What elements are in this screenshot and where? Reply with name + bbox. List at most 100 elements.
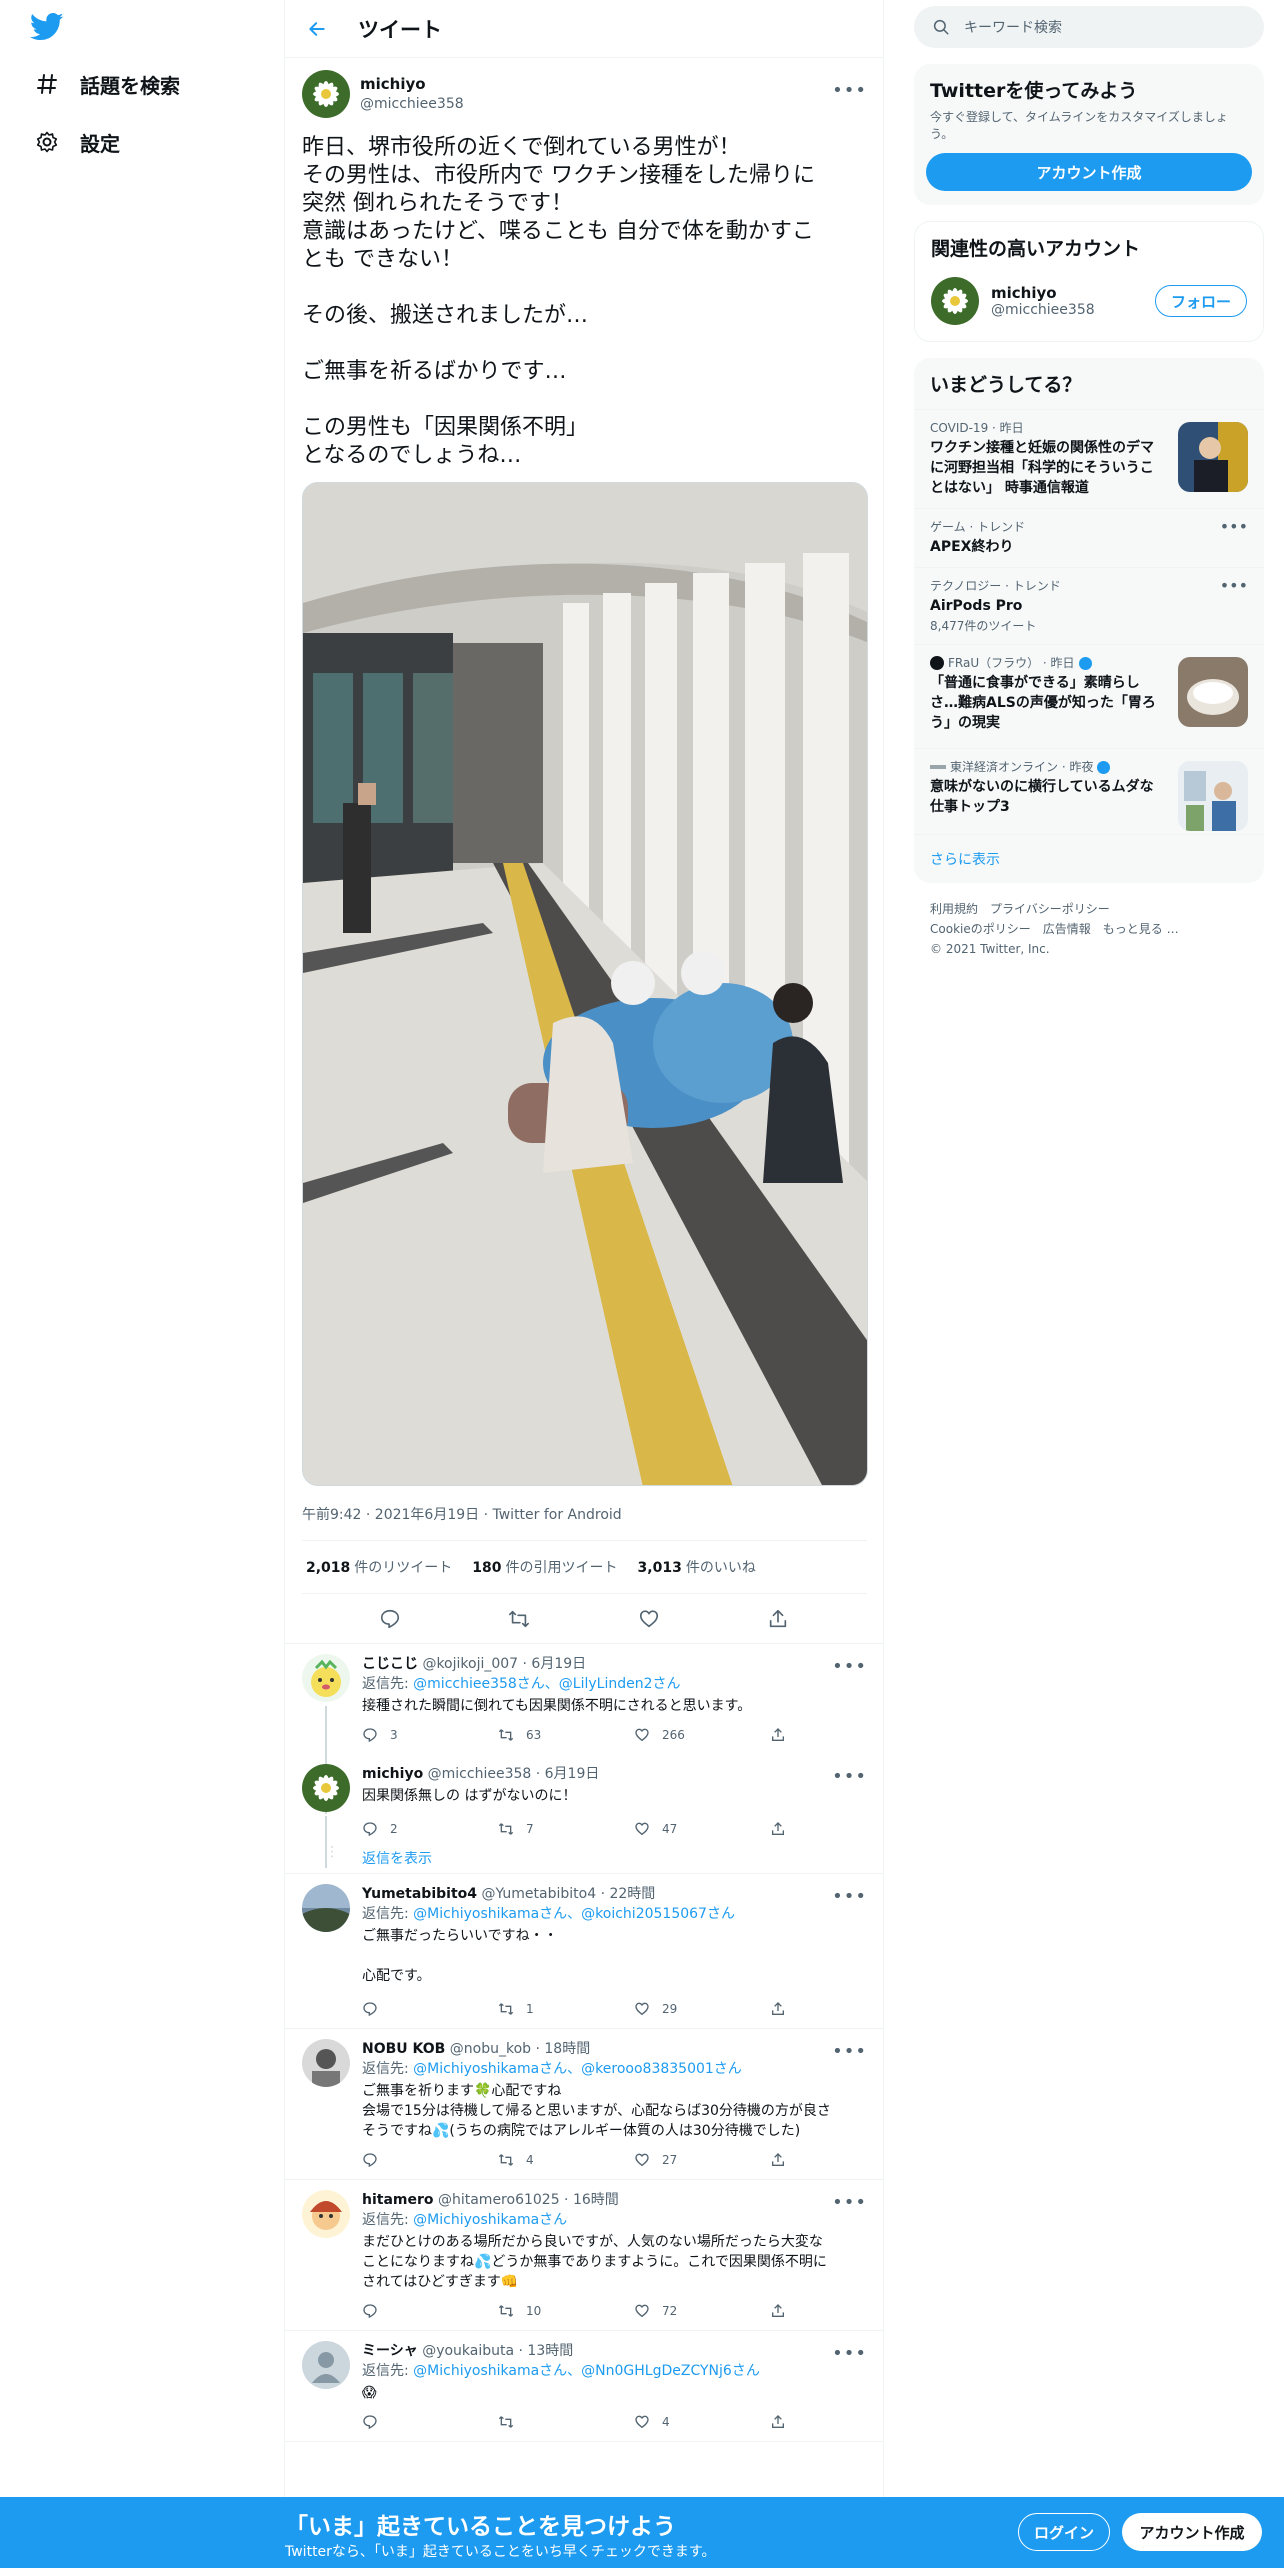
avatar[interactable] [302,70,350,118]
like-button[interactable]: 266 [634,1727,770,1743]
trend-item[interactable]: ゲーム · トレンド APEX終わり ••• [914,508,1264,567]
reply-tweet[interactable]: NOBU KOB @nobu_kob · 18時間 返信先: @Michiyos… [285,2029,883,2180]
nav-settings[interactable]: 設定 [34,122,120,162]
more-options-icon[interactable]: ••• [1220,517,1248,536]
show-replies-link[interactable]: ⋮ 返信を表示 [285,1844,883,1874]
trend-item[interactable]: FRaU（フラウ） · 昨日 「普通に食事ができる」素晴らしさ…難病ALSの声優… [914,644,1264,748]
more-options-icon[interactable]: ••• [832,80,867,101]
more-options-icon[interactable]: ••• [832,1886,867,1907]
like-stat[interactable]: 3,013 件のいいね [638,1557,756,1577]
reply-author-handle[interactable]: @micchiee358 · 6月19日 [428,1766,600,1782]
nav-explore[interactable]: 話題を検索 [34,64,180,104]
more-options-icon[interactable]: ••• [832,1766,867,1787]
reply-button[interactable] [362,2152,498,2168]
login-button[interactable]: ログイン [1018,2513,1110,2551]
reply-tweet[interactable]: ミーシャ @youkaibuta · 13時間 返信先: @Michiyoshi… [285,2331,883,2442]
back-arrow-icon[interactable] [302,14,332,44]
share-icon[interactable] [766,1607,790,1631]
share-button[interactable] [770,2001,906,2017]
reply-author-handle[interactable]: @hitamero61025 · 16時間 [438,2192,619,2208]
more-options-icon[interactable]: ••• [832,2343,867,2364]
reply-button[interactable] [362,2303,498,2319]
privacy-link[interactable]: プライバシーポリシー [990,902,1110,916]
retweet-icon[interactable] [507,1607,531,1631]
reply-to-mentions[interactable]: @micchiee358さん、@LilyLinden2さん [413,1676,680,1692]
like-button[interactable]: 29 [634,2001,770,2017]
share-button[interactable] [770,1727,906,1743]
trend-item[interactable]: テクノロジー · トレンド AirPods Pro 8,477件のツイート ••… [914,567,1264,644]
avatar[interactable] [302,2039,350,2087]
terms-link[interactable]: 利用規約 [930,902,978,916]
reply-icon[interactable] [378,1607,402,1631]
more-link[interactable]: もっと見る … [1103,922,1179,936]
reply-to-mentions[interactable]: @Michiyoshikamaさん、@Nn0GHLgDeZCYNj6さん [413,2363,760,2379]
reply-author-name[interactable]: NOBU KOB [362,2041,445,2057]
author-name[interactable]: michiyo [360,74,464,94]
reply-author-handle[interactable]: @nobu_kob · 18時間 [450,2041,590,2057]
signup-button[interactable]: アカウント作成 [1122,2513,1262,2551]
retweet-button[interactable]: 10 [498,2303,634,2319]
reply-tweet[interactable]: こじこじ @kojikoji_007 · 6月19日 返信先: @micchie… [285,1644,883,1814]
more-options-icon[interactable]: ••• [1220,576,1248,595]
share-button[interactable] [770,2414,906,2430]
more-options-icon[interactable]: ••• [832,2192,867,2213]
like-button[interactable]: 47 [634,1821,770,1837]
retweet-stat[interactable]: 2,018 件のリツイート [306,1557,452,1577]
reply-author-name[interactable]: こじこじ [362,1656,418,1672]
avatar[interactable] [302,2190,350,2238]
reply-tweet[interactable]: Yumetabibito4 @Yumetabibito4 · 22時間 返信先:… [285,1874,883,2029]
avatar[interactable] [302,2341,350,2389]
more-options-icon[interactable]: ••• [832,2041,867,2062]
retweet-button[interactable]: 63 [498,1727,634,1743]
reply-button[interactable] [362,2001,498,2017]
reply-to-mentions[interactable]: @Michiyoshikamaさん、@kerooo83835001さん [413,2061,742,2077]
reply-author-name[interactable]: Yumetabibito4 [362,1886,477,1902]
reply-button[interactable] [362,2414,498,2430]
quote-stat[interactable]: 180 件の引用ツイート [472,1557,617,1577]
retweet-count: 4 [526,2153,534,2167]
like-icon[interactable] [637,1607,661,1631]
reply-author-name[interactable]: hitamero [362,2192,434,2208]
trend-item[interactable]: COVID-19 · 昨日 ワクチン接種と妊娠の関係性のデマに河野担当相「科学的… [914,409,1264,508]
reply-to-mentions[interactable]: @Michiyoshikamaさん [413,2212,567,2228]
show-more-link[interactable]: さらに表示 [914,834,1264,883]
reply-author-name[interactable]: ミーシャ [362,2343,418,2359]
related-handle[interactable]: @micchiee358 [991,302,1155,318]
reply-button[interactable]: 2 [362,1821,498,1837]
share-button[interactable] [770,2152,906,2168]
twitter-logo-icon[interactable] [29,12,64,42]
reply-tweet[interactable]: hitamero @hitamero61025 · 16時間 返信先: @Mic… [285,2180,883,2331]
retweet-button[interactable]: 7 [498,1821,634,1837]
share-button[interactable] [770,1821,906,1837]
reply-tweet[interactable]: michiyo @micchiee358 · 6月19日 因果関係無しの はずが… [285,1754,883,1868]
ads-info-link[interactable]: 広告情報 [1043,922,1091,936]
reply-button[interactable]: 3 [362,1727,498,1743]
avatar[interactable] [931,277,979,325]
retweet-button[interactable]: 4 [498,2152,634,2168]
tweet-timestamp[interactable]: 午前9:42 · 2021年6月19日 · Twitter for Androi… [302,1504,867,1524]
reply-to-mentions[interactable]: @Michiyoshikamaさん、@koichi20515067さん [413,1906,735,1922]
retweet-button[interactable] [498,2414,634,2430]
follow-button[interactable]: フォロー [1155,285,1247,317]
signup-button[interactable]: アカウント作成 [926,153,1252,191]
like-button[interactable]: 27 [634,2152,770,2168]
avatar[interactable] [302,1884,350,1932]
search-input[interactable]: キーワード検索 [914,6,1264,48]
reply-author-name[interactable]: michiyo [362,1766,423,1782]
author-handle[interactable]: @micchiee358 [360,94,464,114]
reply-author-handle[interactable]: @youkaibuta · 13時間 [422,2343,573,2359]
reply-author-handle[interactable]: @kojikoji_007 · 6月19日 [422,1656,586,1672]
avatar[interactable] [302,1654,350,1702]
retweet-button[interactable]: 1 [498,2001,634,2017]
more-options-icon[interactable]: ••• [832,1656,867,1677]
share-button[interactable] [770,2303,906,2319]
reply-author-handle[interactable]: @Yumetabibito4 · 22時間 [481,1886,655,1902]
trend-item[interactable]: 東洋経済オンライン · 昨夜 意味がないのに横行しているムダな仕事トップ3 [914,748,1264,834]
like-button[interactable]: 72 [634,2303,770,2319]
like-count: 266 [662,1728,685,1742]
like-button[interactable]: 4 [634,2414,770,2430]
avatar[interactable] [302,1764,350,1812]
related-name[interactable]: michiyo [991,284,1155,302]
tweet-photo[interactable] [302,482,868,1486]
cookie-link[interactable]: Cookieのポリシー [930,922,1031,936]
